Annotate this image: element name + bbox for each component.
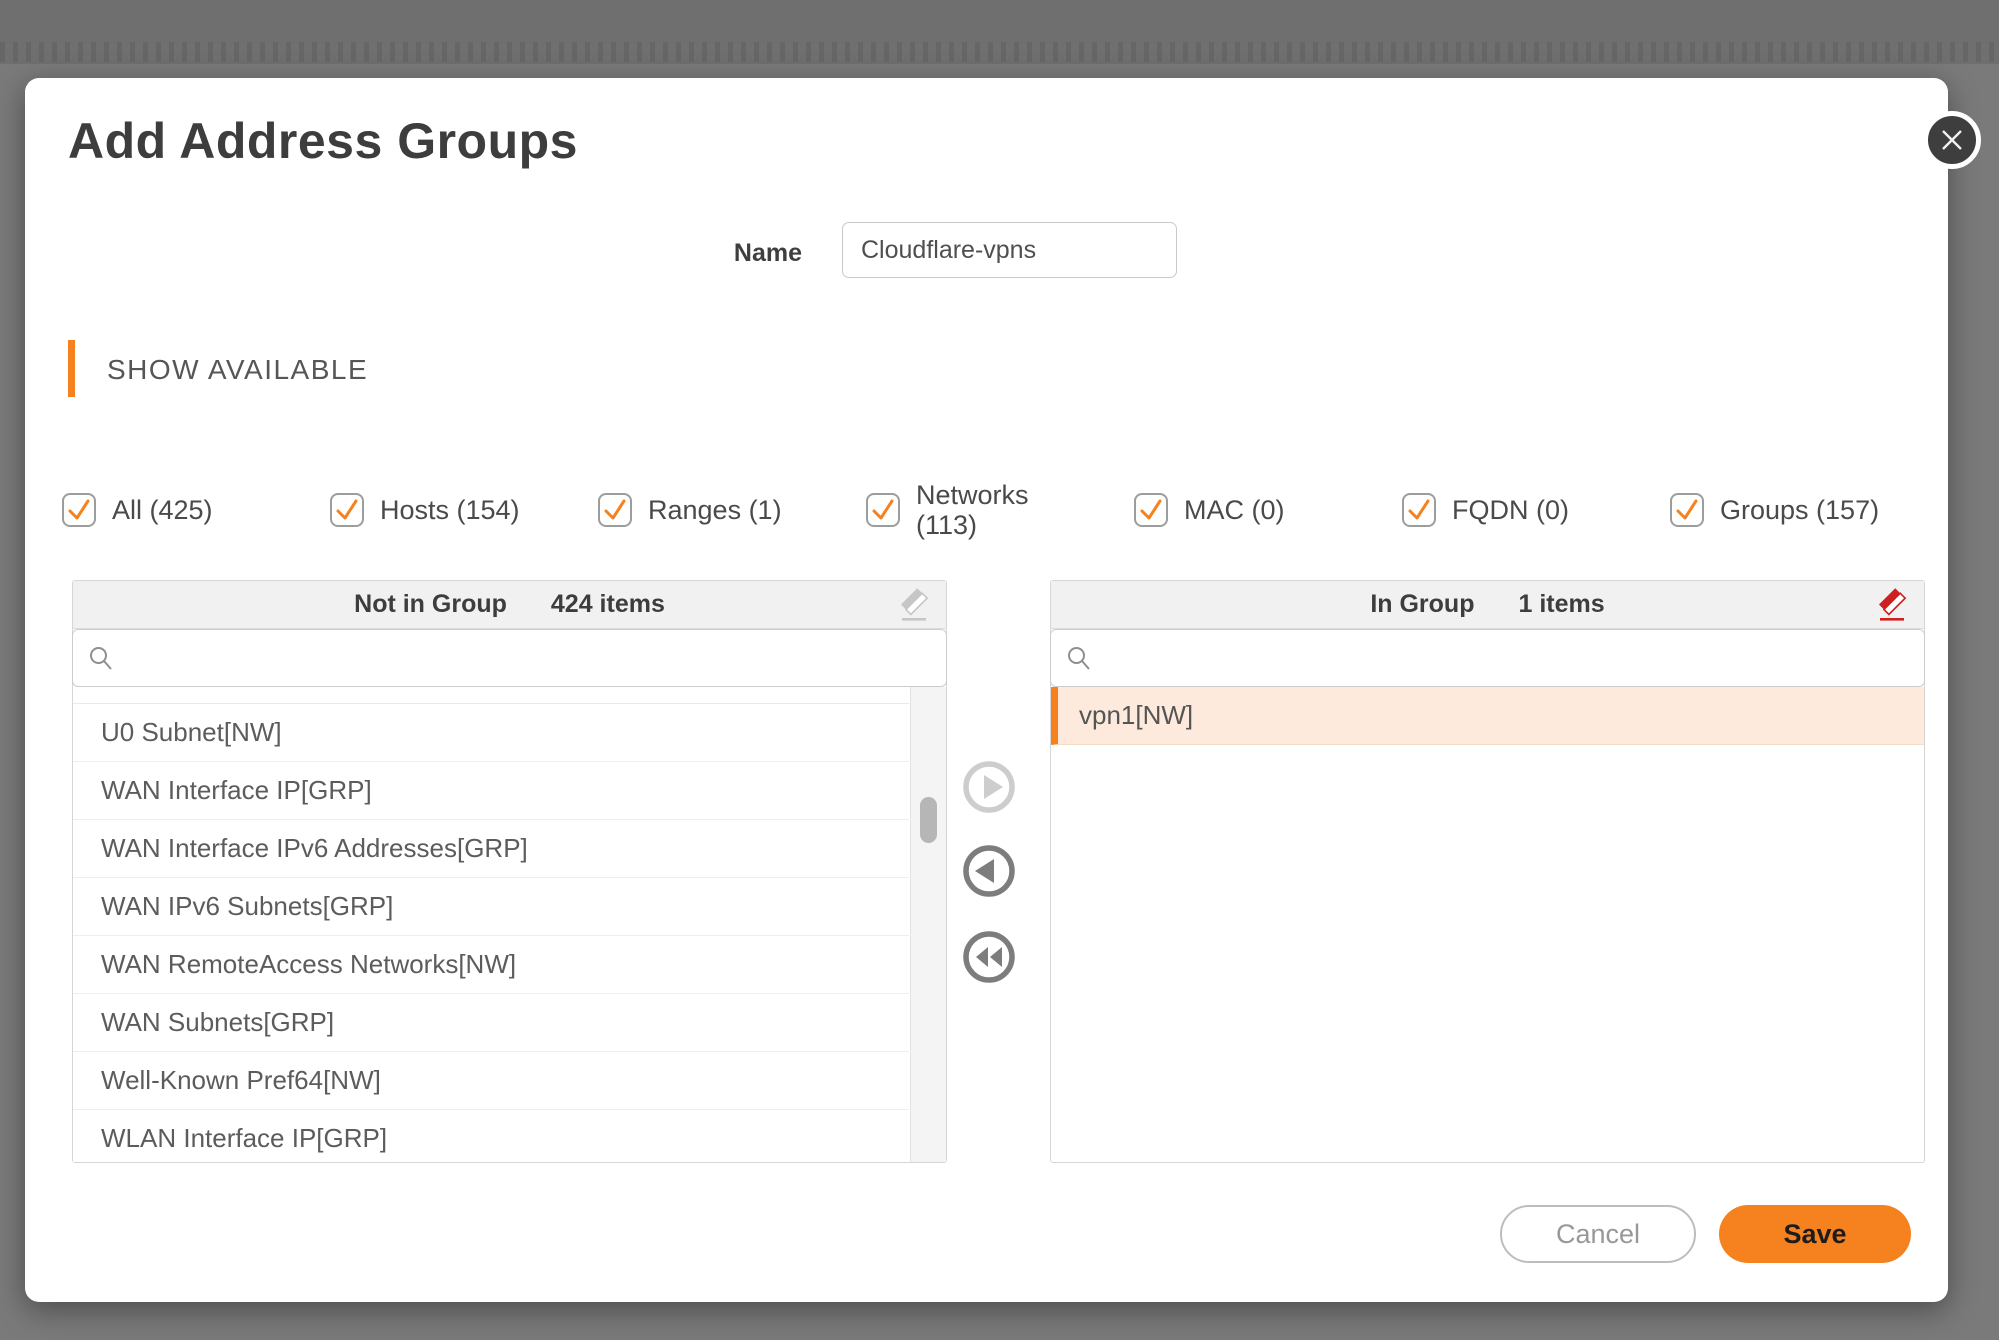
list-item-label: WAN Interface IP[GRP] (101, 775, 372, 806)
scrollbar-thumb[interactable] (920, 797, 937, 843)
partially-scrolled-row (73, 687, 909, 704)
list-item-label: WLAN Interface IP[GRP] (101, 1123, 387, 1154)
list-item-label: WAN IPv6 Subnets[GRP] (101, 891, 393, 922)
filter-checkbox-item[interactable]: Hosts (154) (330, 478, 520, 542)
close-button[interactable] (1923, 111, 1981, 169)
name-label: Name (677, 238, 802, 268)
checkbox-icon[interactable] (62, 493, 96, 527)
section-accent-bar (68, 340, 75, 397)
dialog-title: Add Address Groups (68, 112, 578, 170)
not-in-group-header: Not in Group 424 items (73, 581, 946, 629)
not-in-group-list: U0 Subnet[NW] WAN Interface IP[GRP] WAN In… (73, 687, 909, 1162)
list-item-label: U0 Subnet[NW] (101, 717, 282, 748)
add-address-groups-dialog: Add Address Groups Name SHOW AVAILABLE A… (25, 78, 1948, 1302)
panel-count: 424 items (551, 590, 665, 619)
search-icon (1065, 644, 1093, 672)
name-input[interactable] (842, 222, 1177, 278)
list-item[interactable]: WAN RemoteAccess Networks[NW] (73, 936, 909, 994)
panel-title: Not in Group (354, 590, 507, 619)
eraser-icon (894, 586, 934, 626)
in-group-search (1050, 629, 1925, 687)
section-title: SHOW AVAILABLE (107, 354, 368, 386)
search-icon (87, 644, 115, 672)
search-input[interactable] (1103, 630, 1924, 686)
filter-label: MAC (0) (1184, 495, 1285, 525)
panel-count: 1 items (1518, 590, 1604, 619)
save-button[interactable]: Save (1719, 1205, 1911, 1263)
filter-checkbox-item[interactable]: All (425) (62, 478, 213, 542)
checkbox-icon[interactable] (1402, 493, 1436, 527)
filter-checkbox-item[interactable]: FQDN (0) (1402, 478, 1569, 542)
eraser-icon-red (1872, 586, 1912, 626)
move-all-left-button[interactable] (961, 929, 1017, 985)
list-item-label: vpn1[NW] (1079, 700, 1193, 731)
cancel-button[interactable]: Cancel (1500, 1205, 1696, 1263)
list-item-label: WAN RemoteAccess Networks[NW] (101, 949, 516, 980)
move-left-button[interactable] (961, 843, 1017, 899)
remove-all-button[interactable] (1872, 586, 1912, 626)
filter-checkbox-item[interactable]: Groups (157) (1670, 478, 1879, 542)
filter-label: Hosts (154) (380, 495, 520, 525)
clear-selection-button[interactable] (894, 586, 934, 626)
list-item-label: Well-Known Pref64[NW] (101, 1065, 381, 1096)
list-item[interactable]: WLAN Interface IP[GRP] (73, 1110, 909, 1162)
filter-checkbox-item[interactable]: Ranges (1) (598, 478, 782, 542)
in-group-list: vpn1[NW] (1051, 687, 1924, 1162)
not-in-group-panel: Not in Group 424 items (72, 580, 947, 1163)
checkbox-icon[interactable] (866, 493, 900, 527)
list-item[interactable]: WAN Interface IP[GRP] (73, 762, 909, 820)
scrollbar-track[interactable] (910, 687, 946, 1162)
list-item-label: WAN Subnets[GRP] (101, 1007, 334, 1038)
list-item[interactable]: WAN IPv6 Subnets[GRP] (73, 878, 909, 936)
not-in-group-search (72, 629, 947, 687)
in-group-header: In Group 1 items (1051, 581, 1924, 629)
dimmed-page-background (0, 0, 1999, 64)
filter-label: Ranges (1) (648, 495, 782, 525)
checkbox-icon[interactable] (598, 493, 632, 527)
filter-label: Networks (113) (916, 480, 1038, 540)
filter-label: FQDN (0) (1452, 495, 1569, 525)
filter-checkbox-item[interactable]: MAC (0) (1134, 478, 1285, 542)
filter-label: All (425) (112, 495, 213, 525)
filter-checkbox-item[interactable]: Networks (113) (866, 478, 1038, 542)
filter-label: Groups (157) (1720, 495, 1879, 525)
panel-title: In Group (1370, 590, 1474, 619)
checkbox-icon[interactable] (1670, 493, 1704, 527)
move-right-button[interactable] (961, 759, 1017, 815)
list-item[interactable]: U0 Subnet[NW] (73, 704, 909, 762)
in-group-panel: In Group 1 items (1050, 580, 1925, 1163)
close-icon (1939, 127, 1965, 153)
checkbox-icon[interactable] (330, 493, 364, 527)
list-item[interactable]: Well-Known Pref64[NW] (73, 1052, 909, 1110)
screen: Add Address Groups Name SHOW AVAILABLE A… (0, 0, 1999, 1340)
checkbox-icon[interactable] (1134, 493, 1168, 527)
list-item[interactable]: WAN Interface IPv6 Addresses[GRP] (73, 820, 909, 878)
list-item-label: WAN Interface IPv6 Addresses[GRP] (101, 833, 528, 864)
list-item[interactable]: vpn1[NW] (1051, 687, 1924, 745)
list-item[interactable]: WAN Subnets[GRP] (73, 994, 909, 1052)
search-input[interactable] (125, 630, 946, 686)
